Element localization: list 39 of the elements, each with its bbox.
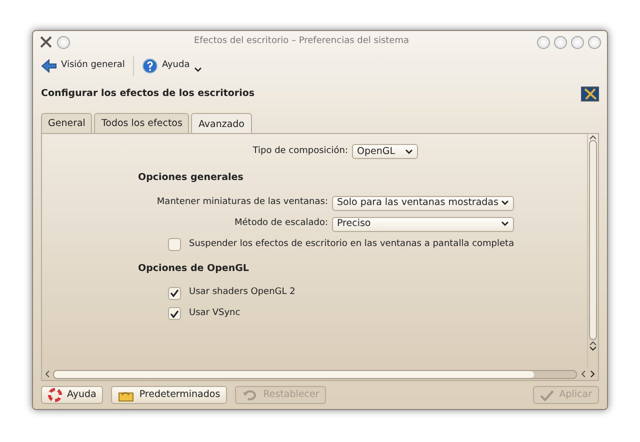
field-label: Método de escalado: bbox=[234, 217, 328, 230]
field-label: Tipo de composición: bbox=[252, 145, 348, 158]
window-title: Efectos del escritorio – Preferencias del sistema bbox=[193, 35, 410, 48]
chevron-down-icon bbox=[405, 148, 413, 155]
tab[interactable]: General bbox=[41, 113, 92, 134]
checkbox-label: Usar VSync bbox=[189, 306, 240, 320]
checkbox-label: Usar shaders OpenGL 2 bbox=[189, 286, 296, 300]
back-arrow-icon bbox=[41, 59, 57, 73]
dropdown[interactable]: Solo para las ventanas mostradas bbox=[332, 196, 514, 210]
dropdown[interactable]: OpenGL bbox=[352, 144, 418, 160]
help-button[interactable]: Ayuda bbox=[41, 386, 104, 404]
section-heading: Opciones generales bbox=[138, 171, 244, 186]
back-button[interactable]: Visión general bbox=[37, 57, 129, 75]
help-menu-button[interactable]: Ayuda bbox=[138, 56, 206, 76]
undo-icon bbox=[242, 389, 258, 401]
scroll-left-icon[interactable] bbox=[44, 370, 50, 378]
scroll-up-icon[interactable] bbox=[589, 340, 597, 346]
chevron-down-icon bbox=[501, 221, 509, 227]
checkbox[interactable] bbox=[168, 307, 181, 320]
checkmark-icon bbox=[540, 390, 554, 400]
scroll-right-icon[interactable] bbox=[590, 370, 596, 378]
defaults-button[interactable]: Predeterminados bbox=[111, 386, 228, 404]
help-icon bbox=[142, 58, 158, 74]
scroll-down-icon[interactable] bbox=[589, 346, 597, 352]
tab[interactable]: Todos los efectos bbox=[94, 113, 190, 134]
field-label: Mantener miniaturas de las ventanas: bbox=[156, 196, 328, 210]
chevron-down-icon bbox=[501, 200, 509, 206]
tab[interactable]: Avanzado bbox=[191, 113, 252, 134]
vertical-scrollbar[interactable] bbox=[587, 134, 598, 368]
dropdown[interactable]: Preciso bbox=[332, 216, 514, 232]
checkbox[interactable] bbox=[168, 238, 181, 251]
scroll-up-icon[interactable] bbox=[589, 134, 597, 140]
section-heading: Opciones de OpenGL bbox=[138, 262, 250, 276]
checkbox-label: Suspender los efectos de escritorio en las ventanas a pantalla completa bbox=[189, 238, 514, 250]
scroll-left-icon[interactable] bbox=[580, 370, 586, 378]
checkbox[interactable] bbox=[168, 286, 181, 300]
caret-icon bbox=[194, 67, 202, 73]
lifebuoy-icon bbox=[48, 388, 62, 402]
page-heading: Configurar los efectos de los escritorios bbox=[41, 86, 255, 101]
